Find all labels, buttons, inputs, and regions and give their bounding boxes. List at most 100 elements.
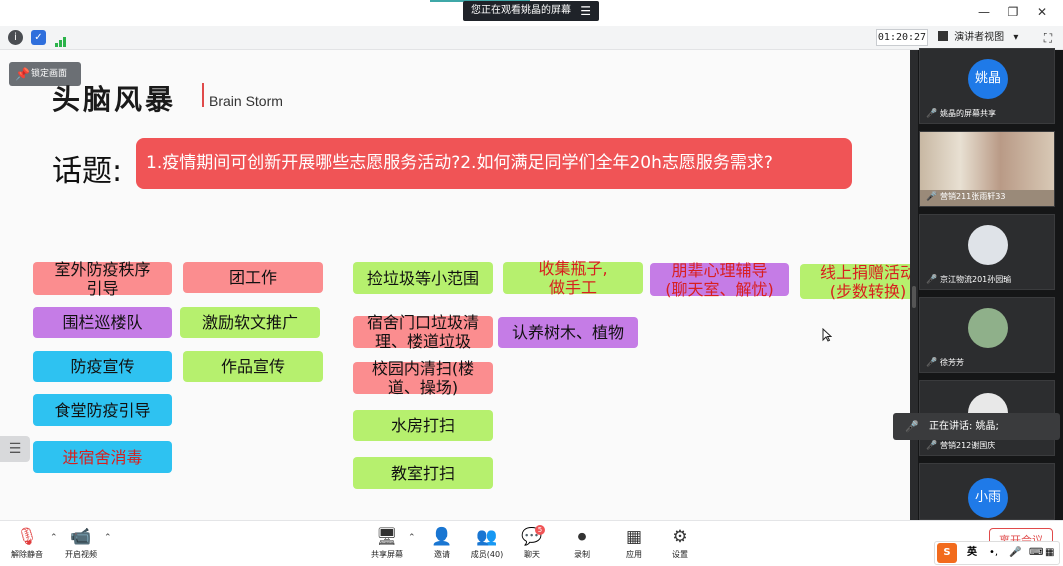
chat-icon: 💬: [521, 527, 543, 547]
video-feed: [920, 132, 1054, 190]
topic-label: 话题:: [52, 154, 123, 189]
start-video-button[interactable]: 📹 开启视频: [56, 527, 106, 565]
mic-icon: 🎤: [926, 109, 938, 119]
idea-outdoor-order: 室外防疫秩序 引导: [33, 260, 172, 298]
title-divider: [202, 83, 204, 107]
viewing-text: 您正在观看姚晶的屏幕: [471, 5, 571, 16]
meeting-control-bar: 🎙 解除静音 ⌃ 📹 开启视频 ⌃ 🖥 共享屏幕 ⌃ 👤 邀请 👥 成员(40)…: [0, 520, 1063, 566]
share-screen-icon: 🖥: [376, 527, 398, 547]
shield-icon[interactable]: ✓: [31, 30, 46, 45]
idea-canteen: 食堂防疫引导: [33, 394, 172, 426]
shared-slide: 📌 锁定画面 头脑风暴 Brain Storm 话题: 1.疫情期间可创新开展哪…: [0, 50, 910, 520]
idea-water-room: 水房打扫: [353, 410, 493, 441]
record-button[interactable]: ⏺ 录制: [557, 527, 607, 565]
ime-toolbar[interactable]: S 英 •, 🎤 ⌨ ▦: [934, 541, 1060, 565]
gear-icon: ⚙: [672, 527, 688, 547]
idea-campus-clean: 校园内清扫(楼 道、操场): [353, 359, 493, 397]
sogou-logo-icon: S: [937, 543, 957, 563]
viewing-screen-banner[interactable]: 您正在观看姚晶的屏幕 ☰: [463, 1, 599, 21]
idea-softtext: 激励软文推广: [180, 307, 320, 338]
chat-unread-badge: 5: [535, 525, 545, 535]
apps-button[interactable]: ▦ 应用: [609, 527, 659, 565]
participant-tile[interactable]: 🎤 营销211张雨轩33: [919, 131, 1055, 207]
participant-tile[interactable]: 姚晶 🎤 姚晶的屏幕共享: [919, 48, 1055, 124]
mouse-cursor-icon: [822, 327, 833, 342]
idea-classroom: 教室打扫: [353, 457, 493, 489]
settings-button[interactable]: ⚙ 设置: [655, 527, 705, 565]
topic-banner: 1.疫情期间可创新开展哪些志愿服务活动?2.如何满足同学们全年20h志愿服务需求…: [136, 138, 852, 189]
voice-input-icon[interactable]: 🎤: [1009, 542, 1021, 564]
slide-title: 头脑风暴: [52, 83, 177, 116]
close-window-button[interactable]: ✕: [1029, 3, 1055, 21]
start-video-label: 开启视频: [65, 550, 97, 559]
pin-icon: 📌: [15, 67, 30, 81]
keyboard-icon[interactable]: ⌨: [1029, 542, 1043, 564]
mic-muted-icon: 🎤: [926, 275, 938, 285]
record-icon: ⏺: [577, 527, 587, 547]
mic-muted-icon: 🎤: [926, 441, 938, 451]
chat-label: 聊天: [524, 550, 540, 559]
members-icon: 👥: [476, 527, 498, 547]
idea-publicity: 防疫宣传: [33, 351, 172, 382]
record-label: 录制: [574, 550, 590, 559]
idea-group-work: 团工作: [183, 262, 323, 293]
chat-button[interactable]: 💬 聊天: [507, 527, 557, 565]
participant-name: 🎤 徐芳芳: [926, 358, 964, 368]
idea-pick-trash: 捡垃圾等小范围: [353, 262, 493, 294]
mic-muted-icon: 🎤: [926, 358, 938, 368]
grid-icon[interactable]: ▦: [1045, 542, 1054, 564]
members-label: 成员(40): [470, 550, 504, 559]
participant-tile[interactable]: 小雨: [919, 463, 1055, 520]
restore-button[interactable]: ❐: [1000, 3, 1026, 21]
speaking-indicator: 🎤 正在讲话: 姚晶;: [893, 413, 1060, 440]
settings-label: 设置: [672, 550, 688, 559]
speaker-view-icon: [938, 31, 948, 41]
idea-works-promo: 作品宣传: [183, 351, 323, 382]
chevron-down-icon: ▾: [1013, 32, 1019, 43]
idea-bottles: 收集瓶子, 做手工: [503, 259, 643, 297]
invite-label: 邀请: [434, 550, 450, 559]
members-button[interactable]: 👥 成员(40): [462, 527, 512, 565]
invite-icon: 👤: [431, 527, 453, 547]
participant-name: 🎤 营销212谢国庆: [926, 441, 996, 451]
video-off-icon: 📹: [70, 527, 92, 547]
mic-muted-icon: 🎙: [16, 527, 38, 547]
avatar: [968, 225, 1008, 265]
idea-dorm-trash: 宿舍门口垃圾清 理、楼道垃圾: [353, 313, 493, 351]
menu-icon[interactable]: ☰: [580, 1, 591, 21]
speaking-text: 正在讲话: 姚晶;: [929, 421, 999, 432]
chevron-up-icon[interactable]: ⌃: [408, 533, 416, 543]
fullscreen-icon[interactable]: ⛶: [1040, 30, 1056, 46]
participant-tile[interactable]: 🎤 京江物流201孙园瑜: [919, 214, 1055, 290]
participant-tile[interactable]: 🎤 徐芳芳: [919, 297, 1055, 373]
signal-icon[interactable]: [55, 32, 69, 47]
ime-language[interactable]: 英: [967, 542, 977, 564]
unmute-button[interactable]: 🎙 解除静音: [2, 527, 52, 565]
panel-resize-handle[interactable]: [912, 286, 916, 308]
idea-disinfect: 进宿舍消毒: [33, 441, 172, 473]
slide-subtitle: Brain Storm: [209, 93, 283, 109]
unmute-label: 解除静音: [11, 550, 43, 559]
idea-fence-patrol: 围栏巡楼队: [33, 307, 172, 338]
list-toggle-icon[interactable]: ☰: [0, 436, 30, 462]
punctuation-icon[interactable]: •,: [989, 542, 998, 564]
share-screen-button[interactable]: 🖥 共享屏幕: [362, 527, 412, 565]
avatar: 姚晶: [968, 59, 1008, 99]
chevron-up-icon[interactable]: ⌃: [104, 533, 112, 543]
idea-peer-counsel: 朋辈心理辅导 (聊天室、解忧): [650, 261, 789, 299]
meeting-toolbar: i ✓ 01:20:27 演讲者视图 ▾ ⛶: [0, 26, 1063, 50]
participant-name: 🎤 营销211张雨轩33: [926, 192, 1006, 202]
share-screen-label: 共享屏幕: [371, 550, 403, 559]
info-icon[interactable]: i: [8, 30, 23, 45]
mic-icon: 🎤: [905, 420, 919, 433]
mic-muted-icon: 🎤: [926, 192, 938, 202]
idea-adopt-tree: 认养树木、植物: [498, 317, 638, 348]
invite-button[interactable]: 👤 邀请: [417, 527, 467, 565]
avatar: [968, 308, 1008, 348]
minimize-button[interactable]: —: [971, 3, 997, 21]
avatar: 小雨: [968, 478, 1008, 518]
view-mode-dropdown[interactable]: 演讲者视图 ▾: [938, 29, 1030, 46]
apps-label: 应用: [626, 550, 642, 559]
panel-divider[interactable]: [910, 50, 918, 520]
idea-online-donate: 线上捐赠活动 (步数转换): [800, 263, 910, 301]
